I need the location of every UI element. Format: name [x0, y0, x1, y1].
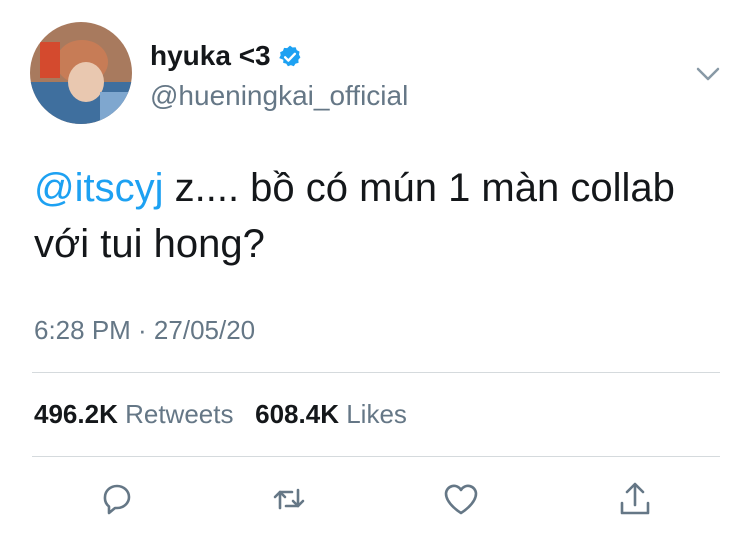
like-button[interactable] — [440, 478, 482, 520]
engagement-stats: 496.2K Retweets 608.4K Likes — [34, 396, 407, 432]
retweets-count[interactable]: 496.2K — [34, 399, 118, 429]
retweet-button[interactable] — [268, 478, 310, 520]
retweet-icon — [273, 488, 305, 510]
tweet-text: @itscyj z.... bồ có mún 1 màn collab với… — [34, 160, 724, 272]
verified-badge-icon — [277, 43, 303, 69]
reply-icon — [103, 484, 131, 515]
share-icon — [620, 482, 650, 515]
chevron-down-icon[interactable] — [694, 60, 722, 88]
likes-label[interactable]: Likes — [346, 399, 407, 429]
share-button[interactable] — [614, 478, 656, 520]
mention-link[interactable]: @itscyj — [34, 166, 164, 210]
display-name-text[interactable]: hyuka <3 — [150, 38, 271, 74]
likes-count[interactable]: 608.4K — [255, 399, 339, 429]
divider — [32, 372, 720, 373]
timestamp[interactable]: 6:28 PM · 27/05/20 — [34, 312, 255, 348]
avatar[interactable] — [30, 22, 132, 124]
reply-button[interactable] — [96, 478, 138, 520]
handle[interactable]: @hueningkai_official — [150, 78, 408, 114]
heart-icon — [444, 484, 478, 515]
divider — [32, 456, 720, 457]
retweets-label[interactable]: Retweets — [125, 399, 233, 429]
display-name[interactable]: hyuka <3 — [150, 38, 303, 74]
